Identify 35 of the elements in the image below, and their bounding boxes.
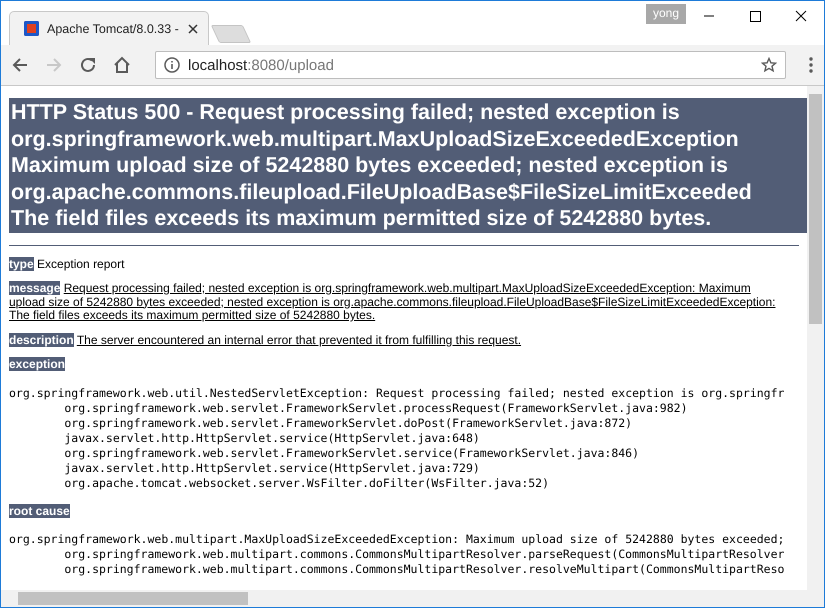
home-icon[interactable]	[113, 56, 131, 74]
heading-line: org.apache.commons.fileupload.FileUploadBase$FileSizeLimitExceeded	[11, 178, 752, 205]
browser-tab[interactable]: Apache Tomcat/8.0.33 -	[9, 11, 209, 45]
section-paragraph: message Request processing failed; nested exception is org.springframework.web.multipart.MaxUploadSizeExceededException: Maximum upload size of 5242880 bytes exceeded; nested exception is org.apache.commons.fileupload.FileUploadBase$FileSizeLimitExceededException: The field files exceeds its maximum permitted size of 5242880 bytes.	[9, 282, 776, 322]
address-bar[interactable]: localhost:8080/upload	[155, 51, 786, 79]
stack-trace-line: org.springframework.web.servlet.FrameworkServlet.service(FrameworkServlet.java:846)	[63, 446, 640, 460]
reload-icon[interactable]	[79, 56, 97, 74]
stack-trace-line: org.springframework.web.multipart.MaxUploadSizeExceededException: Maximum upload size of 5242880 bytes exceeded;	[9, 532, 784, 547]
stack-trace-line: org.springframework.web.multipart.commons.CommonsMultipartResolver.resolveMultipart(CommonsMultipartReso	[63, 562, 784, 577]
section-label: exception	[9, 357, 66, 371]
section-paragraph: description The server encountered an internal error that prevented it from fulfilling this request.	[9, 334, 522, 347]
stack-trace-line: org.springframework.web.servlet.FrameworkServlet.processRequest(FrameworkServlet.java:982)	[63, 400, 688, 416]
stack-trace-line: javax.servlet.http.HttpServlet.service(HttpServlet.java:648)	[63, 430, 480, 446]
tomcat-favicon-icon	[24, 21, 39, 36]
heading-line: The field files exceeds its maximum permitted size of 5242880 bytes.	[11, 205, 712, 232]
tab-close-icon[interactable]	[188, 24, 198, 34]
heading-line: org.springframework.web.multipart.MaxUploadSizeExceededException	[11, 126, 739, 152]
section-label: root cause	[9, 504, 70, 518]
stack-trace-line: javax.servlet.http.HttpServlet.service(HttpServlet.java:729)	[63, 460, 480, 476]
vertical-scrollbar[interactable]	[807, 86, 824, 590]
heading-line: HTTP Status 500 - Request processing failed; nested exception is	[11, 99, 680, 126]
heading-line: Maximum upload size of 5242880 bytes exceeded; nested exception is	[11, 152, 728, 178]
stack-trace-line: org.apache.tomcat.websocket.server.WsFilter.doFilter(WsFilter.java:52)	[63, 476, 550, 490]
section-paragraph: type Exception report	[9, 258, 126, 271]
horizontal-scrollbar[interactable]	[1, 590, 824, 607]
stack-trace-line: org.springframework.web.util.NestedServletException: Request processing failed; nested exception is org.springfr	[9, 386, 784, 400]
star-icon[interactable]	[761, 57, 777, 73]
url-path: :8080/upload	[247, 56, 334, 74]
info-icon[interactable]	[164, 57, 180, 73]
menu-icon[interactable]	[808, 56, 814, 74]
stack-trace-line: org.springframework.web.multipart.commons.CommonsMultipartResolver.parseRequest(CommonsMultipartResolver	[63, 547, 784, 562]
back-arrow-icon[interactable]	[11, 56, 29, 74]
stack-trace-line: org.springframework.web.servlet.FrameworkServlet.doPost(FrameworkServlet.java:872)	[63, 416, 632, 430]
url-host: localhost	[188, 56, 248, 74]
tab-title: Apache Tomcat/8.0.33 -	[47, 22, 180, 36]
